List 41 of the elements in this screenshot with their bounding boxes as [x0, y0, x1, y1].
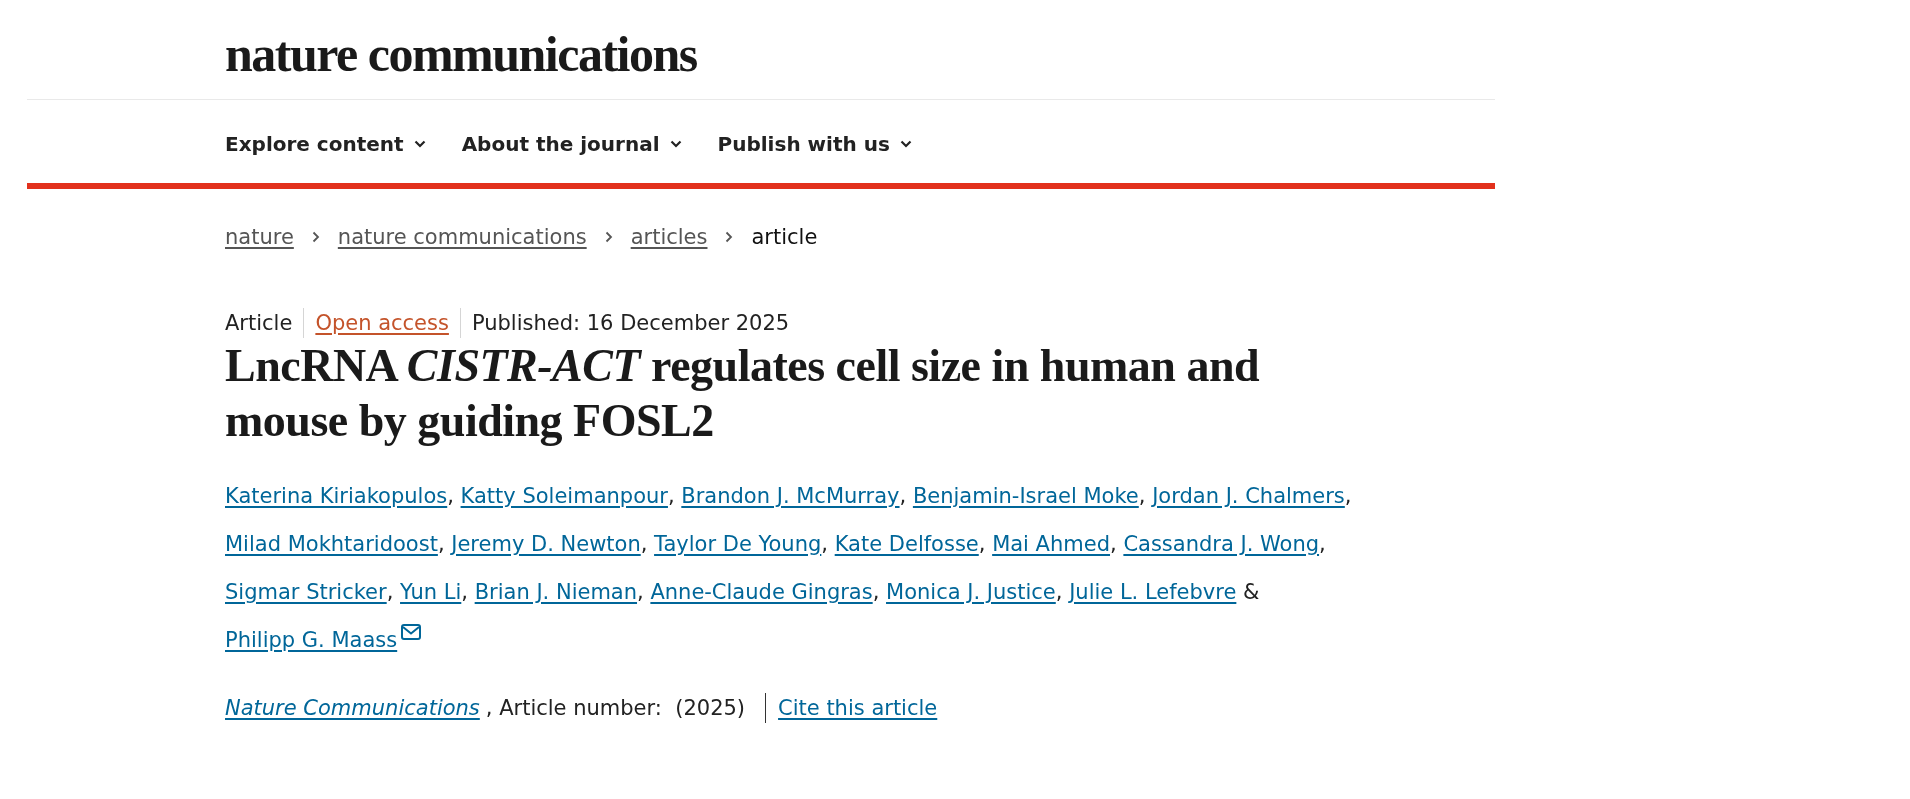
author-link[interactable]: Anne-Claude Gingras [650, 580, 873, 604]
author-list: Katerina Kiriakopulos, Katty Soleimanpour, Brandon J. McMurray, Benjamin-Israel Moke, Jordan J. Chalmers, Milad Mokhtaridoost, Jeremy D. Newton, Taylor De Young, Kate Delfosse, Mai Ahmed, Cassandra J. Wong, Sigmar Stricker, Yun Li, Brian J. Nieman, Anne-Claude Gingras, Monica J. Justice, Julie L. Lefebvre & Philipp G. Maass [225, 472, 1375, 664]
nav-menu-button[interactable]: Publish with us [717, 128, 912, 160]
author-link[interactable]: Yun Li [400, 580, 462, 604]
chevron-down-icon [669, 140, 682, 148]
breadcrumb-link[interactable]: nature [225, 225, 294, 249]
chevron-down-icon [899, 140, 912, 148]
author-link[interactable]: Mai Ahmed [992, 532, 1110, 556]
chevron-right-icon [311, 231, 320, 243]
author-link[interactable]: Milad Mokhtaridoost [225, 532, 438, 556]
article-title: LncRNA CISTR-ACT regulates cell size in human and mouse by guiding FOSL2 [225, 339, 1261, 448]
article-type: Article [225, 311, 293, 335]
author-link[interactable]: Benjamin-Israel Moke [912, 484, 1139, 508]
open-access-link[interactable]: Open access [315, 311, 449, 335]
current-page-label: article [751, 225, 818, 249]
author-link[interactable]: Katerina Kiriakopulos [225, 484, 448, 508]
nav-menu-button[interactable]: Explore content [225, 128, 426, 160]
chevron-down-icon [413, 140, 426, 148]
author-link[interactable]: Taylor De Young [654, 532, 822, 556]
author-link[interactable]: Sigmar Stricker [225, 580, 387, 604]
chevron-right-icon [725, 231, 734, 243]
author-link[interactable]: Brian J. Nieman [474, 580, 638, 604]
journal-link[interactable]: Nature Communications [225, 696, 480, 720]
envelope-icon[interactable] [401, 624, 422, 640]
author-link[interactable]: Monica J. Justice [886, 580, 1056, 604]
author-link[interactable]: Brandon J. McMurray [681, 484, 900, 508]
article-number-text: , Article number: (2025) [485, 696, 746, 720]
author-link[interactable]: Katty Soleimanpour [460, 484, 668, 508]
journal-logo[interactable]: nature communications [225, 28, 697, 79]
breadcrumb-link[interactable]: nature communications [337, 225, 587, 249]
author-link[interactable]: Jeremy D. Newton [451, 532, 641, 556]
author-link[interactable]: Jordan J. Chalmers [1152, 484, 1345, 508]
published-date: Published: 16 December 2025 [471, 311, 790, 335]
author-link[interactable]: Kate Delfosse [834, 532, 979, 556]
chevron-right-icon [604, 231, 613, 243]
cite-article-link[interactable]: Cite this article [778, 696, 938, 720]
author-link[interactable]: Philipp G. Maass [225, 628, 422, 652]
author-link[interactable]: Julie L. Lefebvre [1069, 580, 1237, 604]
nav-menu-button[interactable]: About the journal [461, 128, 682, 160]
breadcrumb-link[interactable]: articles [630, 225, 708, 249]
author-link[interactable]: Cassandra J. Wong [1123, 532, 1320, 556]
